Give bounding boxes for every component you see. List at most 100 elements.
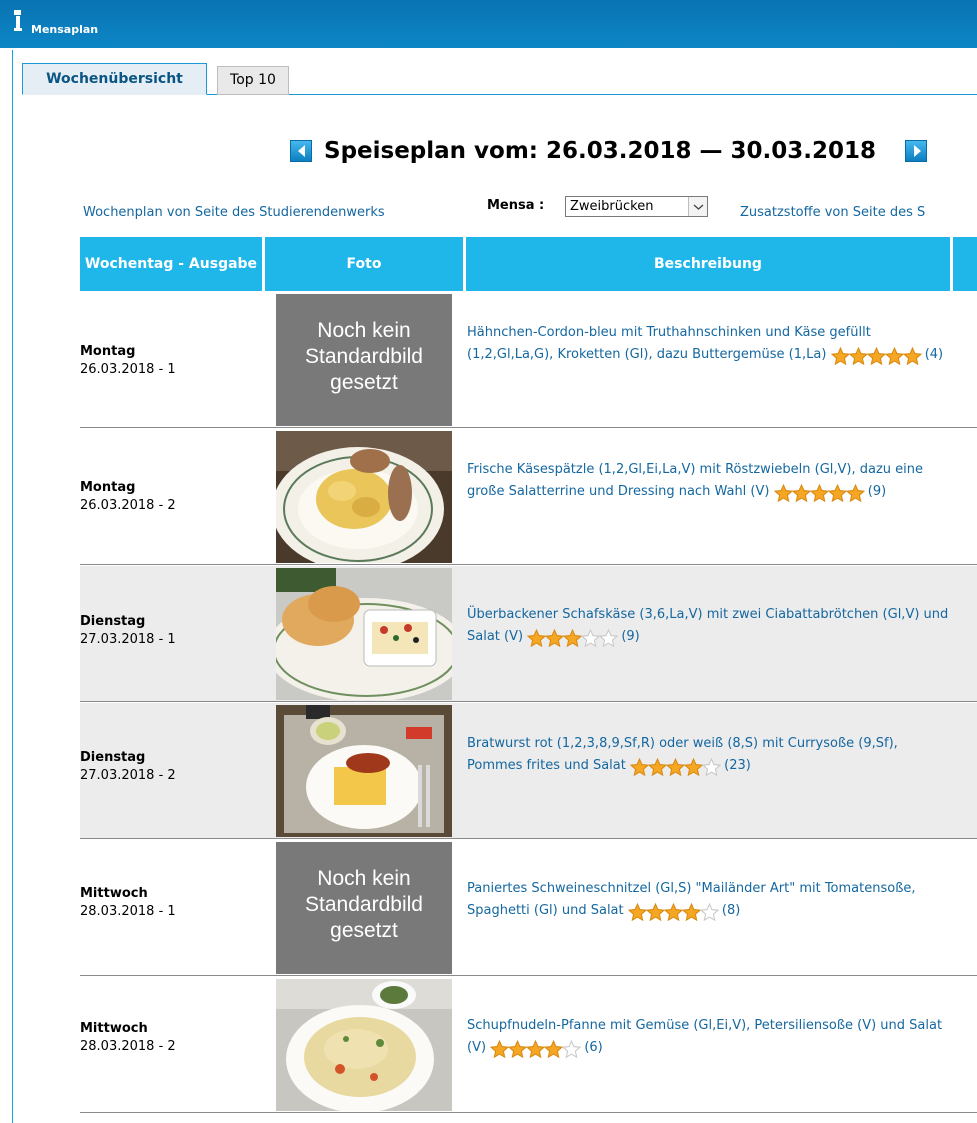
- day-name: Montag: [80, 344, 136, 359]
- day-name: Mittwoch: [80, 1021, 148, 1036]
- rating-stars[interactable]: [527, 629, 619, 651]
- star-filled-icon[interactable]: [884, 347, 904, 365]
- star-filled-icon[interactable]: [645, 903, 665, 921]
- day-date: 27.03.2018 - 2: [80, 768, 176, 783]
- star-filled-icon[interactable]: [845, 484, 865, 502]
- star-filled-icon[interactable]: [508, 1040, 528, 1058]
- star-filled-icon[interactable]: [666, 758, 685, 776]
- column-header-extra: [953, 237, 977, 291]
- food-photo[interactable]: [276, 568, 452, 700]
- star-filled-icon[interactable]: [526, 1040, 546, 1058]
- rating-stars[interactable]: [630, 758, 721, 780]
- day-date: 27.03.2018 - 1: [80, 632, 176, 647]
- spaetzle-photo: [276, 431, 452, 563]
- title-bar: Mensaplan: [0, 0, 977, 48]
- table-row: Dienstag 27.03.2018 - 1 Überbackener Sch…: [80, 566, 977, 702]
- star-empty-icon[interactable]: [562, 1040, 582, 1058]
- rating-count: (4): [924, 347, 944, 362]
- description-cell: Paniertes Schweineschnitzel (Gl,S) "Mail…: [467, 878, 952, 925]
- description-cell: Bratwurst rot (1,2,3,8,9,Sf,R) oder weiß…: [467, 733, 952, 780]
- table-row: Mittwoch 28.03.2018 - 1 Noch kein Standa…: [80, 840, 977, 976]
- day-name: Dienstag: [80, 614, 146, 629]
- day-date: 28.03.2018 - 1: [80, 904, 176, 919]
- column-header-foto: Foto: [265, 237, 463, 291]
- star-filled-icon[interactable]: [563, 629, 583, 647]
- currywurst-photo: [276, 705, 452, 837]
- tab-top10[interactable]: Top 10: [217, 66, 289, 95]
- day-date: 26.03.2018 - 2: [80, 498, 176, 513]
- rating-stars[interactable]: [830, 347, 922, 369]
- star-filled-icon[interactable]: [848, 347, 868, 365]
- arrow-left-icon: [298, 145, 305, 157]
- food-photo[interactable]: [276, 431, 452, 563]
- star-empty-icon[interactable]: [599, 629, 619, 647]
- week-heading: Speiseplan vom: 26.03.2018 — 30.03.2018: [290, 135, 940, 167]
- day-cell: Dienstag 27.03.2018 - 2: [80, 703, 265, 838]
- star-empty-icon[interactable]: [699, 903, 719, 921]
- star-empty-icon[interactable]: [581, 629, 601, 647]
- star-filled-icon[interactable]: [830, 347, 850, 365]
- next-week-button[interactable]: [905, 140, 927, 162]
- rating-count: (8): [721, 903, 741, 918]
- table-row: Mittwoch 28.03.2018 - 2 Schupfnudeln-Pfa…: [80, 977, 977, 1113]
- tab-wochenuebersicht[interactable]: Wochenübersicht: [22, 63, 207, 95]
- table-row: Dienstag 27.03.2018 - 2 Bratwurst rot (1…: [80, 703, 977, 839]
- star-filled-icon[interactable]: [627, 903, 647, 921]
- star-filled-icon[interactable]: [902, 347, 922, 365]
- star-empty-icon[interactable]: [702, 758, 721, 776]
- meal-description-link[interactable]: Hähnchen-Cordon-bleu mit Truthahnschinke…: [467, 325, 871, 362]
- schupfnudeln-photo: [276, 979, 452, 1111]
- rating-stars[interactable]: [627, 903, 719, 925]
- link-bar: Wochenplan von Seite des Studierendenwer…: [83, 196, 977, 226]
- mensa-label: Mensa :: [487, 198, 545, 213]
- table-header: Wochentag - Ausgabe Foto Beschreibung: [80, 237, 977, 291]
- info-icon: [14, 10, 22, 31]
- mensa-select[interactable]: Zweibrücken: [565, 196, 708, 217]
- day-date: 26.03.2018 - 1: [80, 362, 176, 377]
- dropdown-button[interactable]: [688, 197, 707, 216]
- star-filled-icon[interactable]: [545, 629, 565, 647]
- feta-photo: [276, 568, 452, 700]
- table-row: Montag 26.03.2018 - 2 Frische Käsespätzl…: [80, 429, 977, 565]
- star-filled-icon[interactable]: [866, 347, 886, 365]
- star-filled-icon[interactable]: [827, 484, 847, 502]
- no-photo-placeholder: Noch kein Standardbild gesetzt: [276, 842, 452, 974]
- rating-stars[interactable]: [490, 1040, 582, 1062]
- rating-stars[interactable]: [773, 484, 865, 506]
- day-name: Montag: [80, 480, 136, 495]
- description-cell: Überbackener Schafskäse (3,6,La,V) mit z…: [467, 604, 952, 651]
- description-cell: Schupfnudeln-Pfanne mit Gemüse (Gl,Ei,V)…: [467, 1015, 952, 1062]
- day-cell: Mittwoch 28.03.2018 - 1: [80, 840, 265, 975]
- star-filled-icon[interactable]: [544, 1040, 564, 1058]
- zusatzstoffe-link[interactable]: Zusatzstoffe von Seite des S: [740, 205, 925, 220]
- star-filled-icon[interactable]: [684, 758, 703, 776]
- day-cell: Dienstag 27.03.2018 - 1: [80, 566, 265, 701]
- star-filled-icon[interactable]: [681, 903, 701, 921]
- rating-count: (6): [584, 1040, 603, 1055]
- star-filled-icon[interactable]: [527, 629, 547, 647]
- rating-count: (9): [867, 484, 887, 499]
- column-header-beschreibung: Beschreibung: [466, 237, 950, 291]
- day-name: Dienstag: [80, 750, 146, 765]
- food-photo[interactable]: [276, 979, 452, 1111]
- star-filled-icon[interactable]: [773, 484, 793, 502]
- day-cell: Montag 26.03.2018 - 2: [80, 429, 265, 564]
- star-filled-icon[interactable]: [809, 484, 829, 502]
- food-photo[interactable]: [276, 705, 452, 837]
- left-border: [12, 50, 13, 1123]
- column-header-wochentag: Wochentag - Ausgabe: [80, 237, 262, 291]
- rating-count: (9): [621, 629, 640, 644]
- mensa-select-value: Zweibrücken: [570, 199, 654, 214]
- star-filled-icon[interactable]: [663, 903, 683, 921]
- star-filled-icon[interactable]: [630, 758, 649, 776]
- star-filled-icon[interactable]: [648, 758, 667, 776]
- previous-week-button[interactable]: [290, 140, 312, 162]
- day-cell: Mittwoch 28.03.2018 - 2: [80, 977, 265, 1112]
- app-title: Mensaplan: [31, 23, 99, 36]
- studierendenwerk-link[interactable]: Wochenplan von Seite des Studierendenwer…: [83, 205, 385, 220]
- star-filled-icon[interactable]: [490, 1040, 510, 1058]
- star-filled-icon[interactable]: [791, 484, 811, 502]
- day-date: 28.03.2018 - 2: [80, 1039, 176, 1054]
- day-name: Mittwoch: [80, 886, 148, 901]
- description-cell: Hähnchen-Cordon-bleu mit Truthahnschinke…: [467, 322, 952, 369]
